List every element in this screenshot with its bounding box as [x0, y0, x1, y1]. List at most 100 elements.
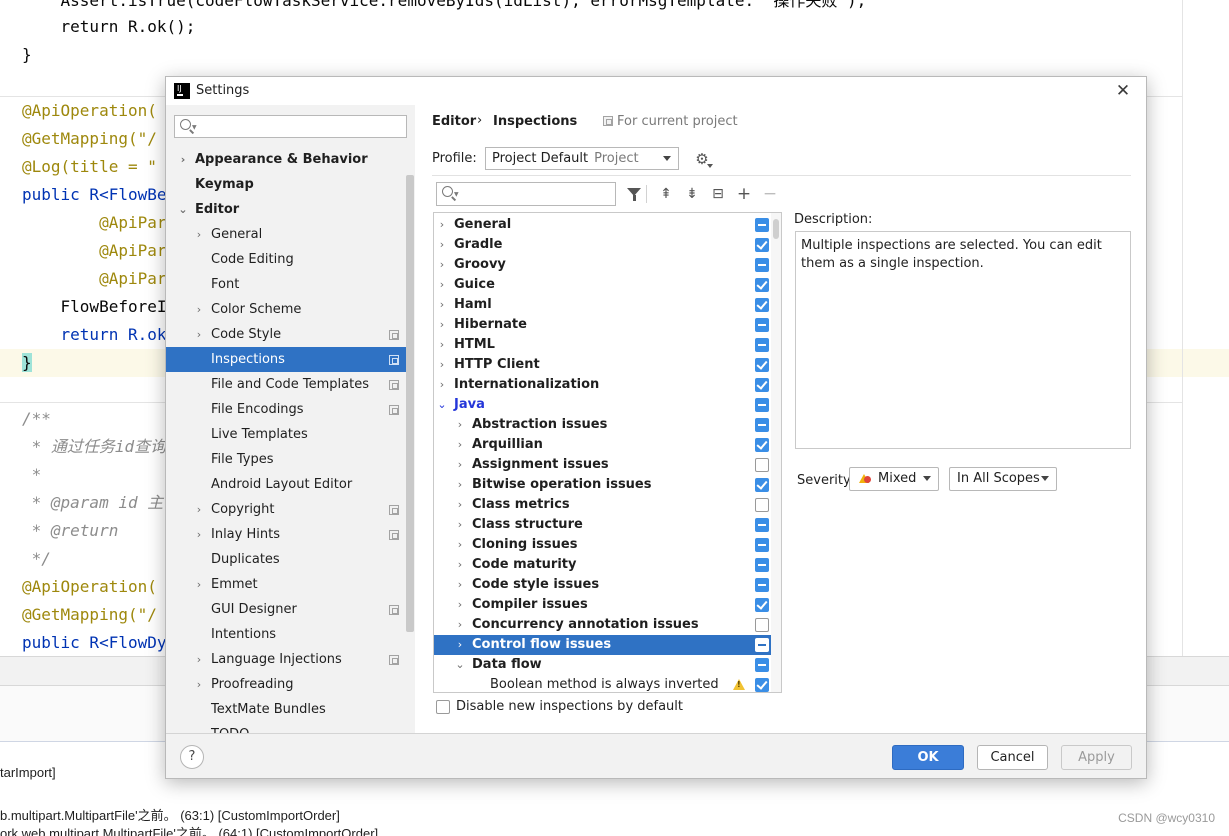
- checkbox[interactable]: [436, 700, 450, 714]
- sidebar-item-gui-designer[interactable]: GUI Designer: [166, 597, 406, 622]
- sidebar-item-general[interactable]: › General: [166, 222, 406, 247]
- chevron-right-icon[interactable]: ›: [436, 295, 448, 315]
- sidebar-item-android-layout-editor[interactable]: Android Layout Editor: [166, 472, 406, 497]
- chevron-right-icon[interactable]: ›: [193, 572, 205, 597]
- chevron-right-icon[interactable]: ›: [454, 515, 466, 535]
- inspection-row[interactable]: › Bitwise operation issues: [434, 475, 771, 495]
- inspection-row[interactable]: › HTTP Client: [434, 355, 771, 375]
- inspection-row[interactable]: › Assignment issues: [434, 455, 771, 475]
- inspection-row[interactable]: › Compiler issues: [434, 595, 771, 615]
- sidebar-item-copyright[interactable]: › Copyright: [166, 497, 406, 522]
- inspection-checkbox[interactable]: [755, 258, 769, 272]
- inspection-row[interactable]: › Internationalization: [434, 375, 771, 395]
- inspection-checkbox[interactable]: [755, 398, 769, 412]
- inspection-checkbox[interactable]: [755, 678, 769, 692]
- inspection-row[interactable]: › Cloning issues: [434, 535, 771, 555]
- inspection-row[interactable]: › Haml: [434, 295, 771, 315]
- inspection-row[interactable]: ⌄ Java: [434, 395, 771, 415]
- inspection-checkbox[interactable]: [755, 478, 769, 492]
- gear-icon[interactable]: ⚙: [694, 151, 713, 168]
- chevron-right-icon[interactable]: ›: [454, 635, 466, 655]
- inspection-checkbox[interactable]: [755, 318, 769, 332]
- sidebar-item-intentions[interactable]: Intentions: [166, 622, 406, 647]
- inspection-row[interactable]: Boolean method is always inverted: [434, 675, 771, 692]
- sidebar-item-keymap[interactable]: Keymap: [166, 172, 406, 197]
- inspections-search-input[interactable]: ▼: [436, 182, 616, 206]
- chevron-right-icon[interactable]: ›: [436, 215, 448, 235]
- inspection-checkbox[interactable]: [755, 358, 769, 372]
- chevron-right-icon[interactable]: ›: [177, 147, 189, 172]
- sidebar-item-file-types[interactable]: File Types: [166, 447, 406, 472]
- inspection-row[interactable]: › Guice: [434, 275, 771, 295]
- inspection-row[interactable]: › Hibernate: [434, 315, 771, 335]
- sidebar-item-inspections[interactable]: Inspections: [166, 347, 406, 372]
- inspection-checkbox[interactable]: [755, 498, 769, 512]
- chevron-right-icon[interactable]: ›: [193, 222, 205, 247]
- inspection-row[interactable]: › HTML: [434, 335, 771, 355]
- sidebar-item-code-editing[interactable]: Code Editing: [166, 247, 406, 272]
- chevron-down-icon[interactable]: ⌄: [177, 197, 189, 222]
- chevron-right-icon[interactable]: ›: [193, 672, 205, 697]
- chevron-right-icon[interactable]: ›: [193, 322, 205, 347]
- inspection-checkbox[interactable]: [755, 598, 769, 612]
- scrollbar[interactable]: [406, 175, 414, 632]
- chevron-right-icon[interactable]: ›: [454, 595, 466, 615]
- chevron-right-icon[interactable]: ›: [436, 275, 448, 295]
- scope-dropdown[interactable]: In All Scopes: [949, 467, 1057, 491]
- sidebar-item-inlay-hints[interactable]: › Inlay Hints: [166, 522, 406, 547]
- profile-dropdown[interactable]: Project Default Project: [485, 147, 679, 170]
- inspection-checkbox[interactable]: [755, 438, 769, 452]
- inspection-checkbox[interactable]: [755, 218, 769, 232]
- settings-search-input[interactable]: ▼: [174, 115, 407, 138]
- inspection-checkbox[interactable]: [755, 578, 769, 592]
- chevron-down-icon[interactable]: ⌄: [454, 655, 466, 675]
- chevron-right-icon[interactable]: ›: [436, 255, 448, 275]
- chevron-down-icon[interactable]: ⌄: [436, 395, 448, 415]
- inspection-row[interactable]: › Arquillian: [434, 435, 771, 455]
- ok-button[interactable]: OK: [892, 745, 964, 770]
- reset-icon[interactable]: ⊟: [709, 185, 727, 203]
- inspection-checkbox[interactable]: [755, 338, 769, 352]
- inspection-row[interactable]: › Class metrics: [434, 495, 771, 515]
- chevron-right-icon[interactable]: ›: [454, 475, 466, 495]
- inspection-row[interactable]: › General: [434, 215, 771, 235]
- sidebar-item-font[interactable]: Font: [166, 272, 406, 297]
- chevron-right-icon[interactable]: ›: [436, 355, 448, 375]
- chevron-right-icon[interactable]: ›: [193, 497, 205, 522]
- inspection-row[interactable]: › Code style issues: [434, 575, 771, 595]
- inspection-checkbox[interactable]: [755, 538, 769, 552]
- severity-dropdown[interactable]: Mixed: [849, 467, 939, 491]
- chevron-right-icon[interactable]: ›: [454, 615, 466, 635]
- sidebar-item-appearance-behavior[interactable]: › Appearance & Behavior: [166, 147, 406, 172]
- chevron-right-icon[interactable]: ›: [436, 335, 448, 355]
- inspection-checkbox[interactable]: [755, 658, 769, 672]
- scrollbar[interactable]: [771, 213, 781, 692]
- cancel-button[interactable]: Cancel: [977, 745, 1048, 770]
- inspection-row[interactable]: › Class structure: [434, 515, 771, 535]
- chevron-right-icon[interactable]: ›: [454, 435, 466, 455]
- inspection-checkbox[interactable]: [755, 518, 769, 532]
- inspection-checkbox[interactable]: [755, 638, 769, 652]
- sidebar-item-editor[interactable]: ⌄ Editor: [166, 197, 406, 222]
- sidebar-item-duplicates[interactable]: Duplicates: [166, 547, 406, 572]
- chevron-right-icon[interactable]: ›: [436, 315, 448, 335]
- inspection-checkbox[interactable]: [755, 298, 769, 312]
- sidebar-item-language-injections[interactable]: › Language Injections: [166, 647, 406, 672]
- filter-icon[interactable]: [625, 185, 643, 203]
- inspection-row[interactable]: ⌄ Data flow: [434, 655, 771, 675]
- inspection-row[interactable]: › Abstraction issues: [434, 415, 771, 435]
- help-button[interactable]: ?: [180, 745, 204, 769]
- inspection-checkbox[interactable]: [755, 558, 769, 572]
- sidebar-item-todo[interactable]: TODO: [166, 722, 406, 733]
- inspection-row[interactable]: › Control flow issues: [434, 635, 771, 655]
- inspection-row[interactable]: › Code maturity: [434, 555, 771, 575]
- inspection-row[interactable]: › Groovy: [434, 255, 771, 275]
- chevron-right-icon[interactable]: ›: [454, 575, 466, 595]
- sidebar-item-file-and-code-templates[interactable]: File and Code Templates: [166, 372, 406, 397]
- chevron-right-icon[interactable]: ›: [193, 522, 205, 547]
- close-icon[interactable]: ✕: [1112, 80, 1134, 102]
- chevron-right-icon[interactable]: ›: [436, 375, 448, 395]
- inspection-checkbox[interactable]: [755, 378, 769, 392]
- inspection-row[interactable]: › Concurrency annotation issues: [434, 615, 771, 635]
- inspection-checkbox[interactable]: [755, 238, 769, 252]
